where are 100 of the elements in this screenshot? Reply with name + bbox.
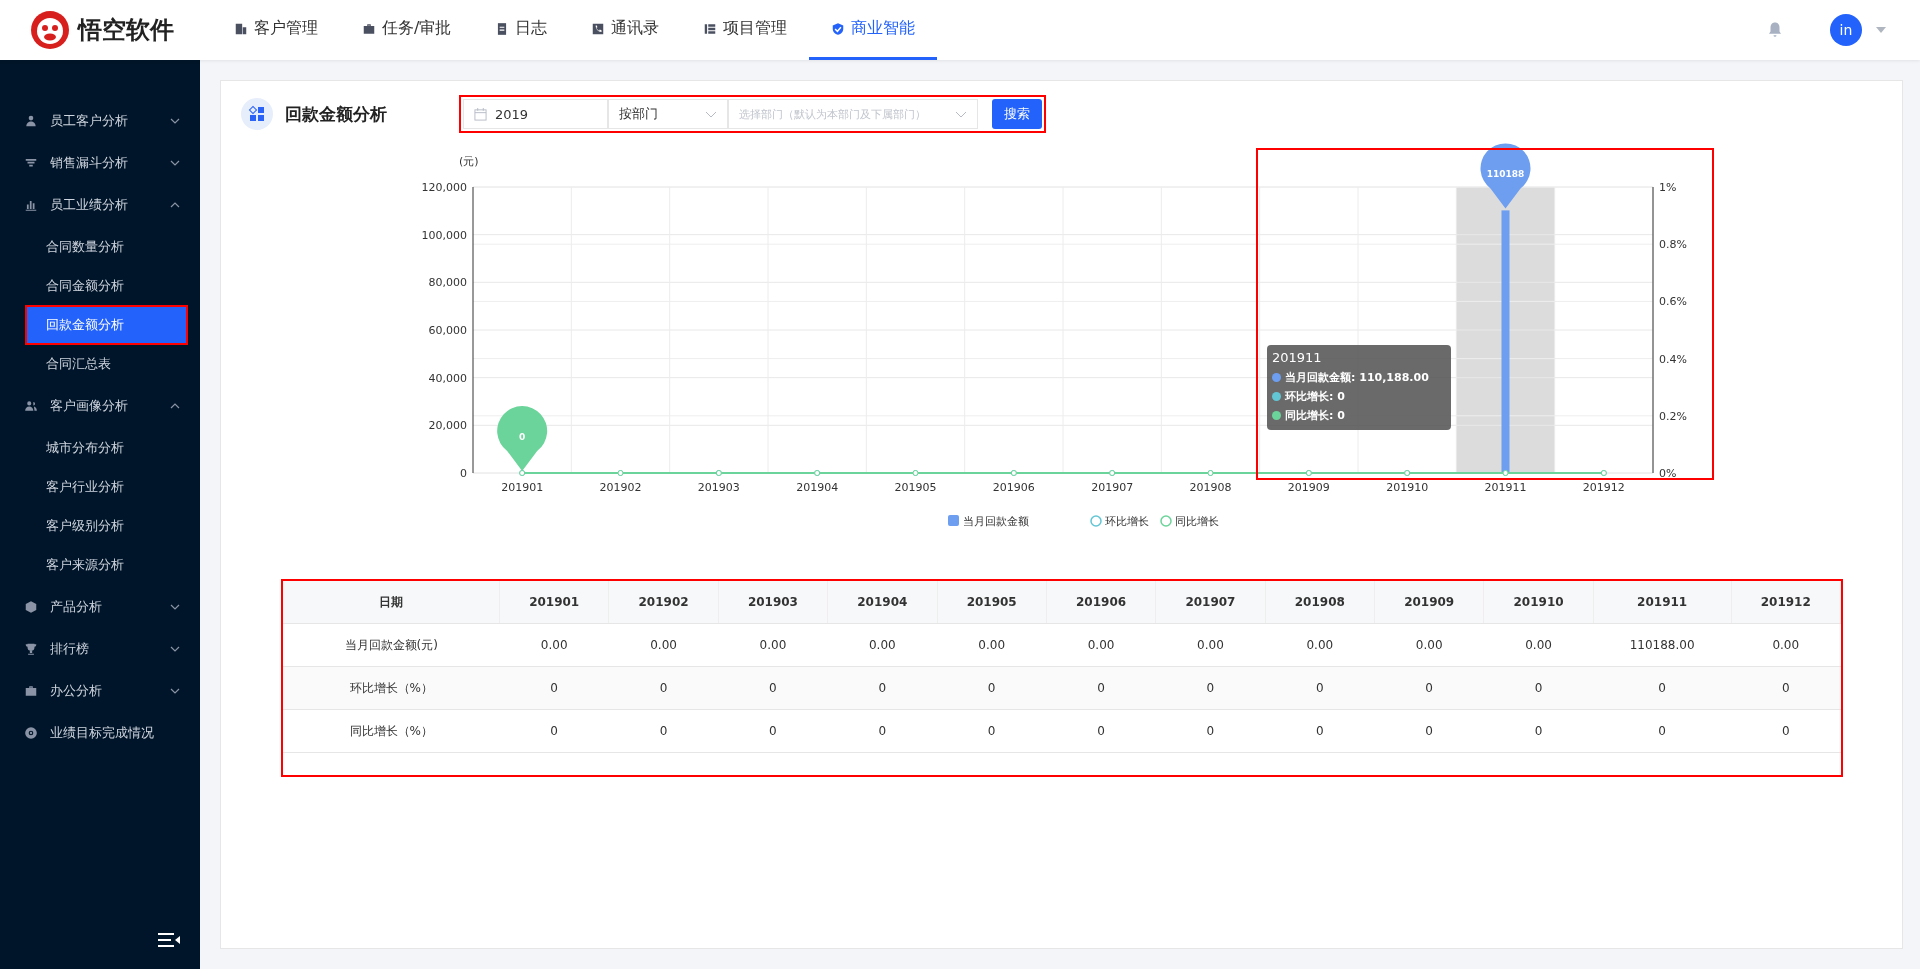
sidebar-submenu-item[interactable]: 客户来源分析: [27, 547, 186, 583]
table-cell: 0.00: [1731, 623, 1841, 667]
nav-tab[interactable]: 项目管理: [681, 0, 810, 60]
mark-pin: 0: [497, 406, 548, 471]
legend-swatch[interactable]: [948, 515, 959, 526]
column-header: 201904: [827, 581, 937, 624]
sidebar-menu-item[interactable]: 客户画像分析: [0, 385, 200, 427]
brand-name: 悟空软件: [78, 15, 174, 46]
target-icon: [24, 726, 38, 740]
sidebar-menu-item[interactable]: 员工客户分析: [0, 100, 200, 142]
briefcase-icon: [24, 684, 38, 698]
collapse-menu-icon[interactable]: [158, 933, 180, 947]
table-cell: 0: [1593, 666, 1732, 710]
phone-icon: [591, 21, 606, 36]
y-tick-label: 40,000: [428, 371, 467, 385]
x-tick-label: 201904: [796, 481, 839, 494]
table-cell: 0.00: [1374, 623, 1484, 667]
sidebar-menu-item[interactable]: 业绩目标完成情况: [0, 712, 200, 754]
x-tick-label: 201908: [1189, 481, 1232, 494]
y-tick-label: 20,000: [428, 419, 467, 433]
table-cell: 0.00: [718, 623, 828, 667]
column-header: 201908: [1265, 581, 1375, 624]
building-icon: [234, 21, 248, 36]
column-header: 201909: [1374, 581, 1484, 624]
table-cell: 0: [1374, 666, 1484, 710]
column-header: 日期: [283, 581, 500, 624]
nav-tab[interactable]: 通讯录: [569, 0, 682, 60]
search-button[interactable]: 搜索: [992, 99, 1042, 129]
table-cell: 0: [827, 666, 937, 710]
column-header: 201912: [1731, 581, 1841, 624]
sidebar-menu-item[interactable]: 产品分析: [0, 586, 200, 628]
table-cell: 0: [1265, 709, 1375, 753]
column-header: 201903: [718, 581, 828, 624]
table-cell: 0: [608, 666, 719, 710]
table-cell: 0: [1265, 666, 1375, 710]
table-cell: 0.00: [937, 623, 1047, 667]
monkey-logo-icon: [30, 10, 70, 50]
table-cell: 0.00: [1483, 623, 1594, 667]
x-tick-label: 201910: [1386, 481, 1429, 494]
sidebar-submenu-item[interactable]: 合同金额分析: [27, 268, 186, 304]
calendar-icon: [474, 107, 487, 121]
x-tick-label: 201905: [894, 481, 937, 494]
sidebar-submenu-item[interactable]: 合同汇总表: [27, 346, 186, 382]
x-tick-label: 201909: [1287, 481, 1330, 494]
bar-chart-icon: [24, 198, 38, 212]
right-tick-label: 0.8%: [1659, 238, 1687, 252]
column-header: 201911: [1593, 581, 1732, 624]
user-avatar[interactable]: in: [1830, 14, 1862, 46]
x-tick-label: 201911: [1484, 481, 1527, 494]
y-axis-unit: (元): [459, 155, 479, 168]
analysis-icon: [241, 98, 273, 130]
table-cell: 0: [1374, 709, 1484, 753]
table-cell: 0.00: [608, 623, 719, 667]
table-cell: 0: [1046, 709, 1156, 753]
briefcase-icon: [362, 21, 376, 36]
right-tick-label: 0.6%: [1659, 295, 1687, 309]
page-title: 回款金额分析: [285, 102, 387, 126]
x-tick-label: 201903: [697, 481, 740, 494]
sidebar-submenu-item[interactable]: 客户行业分析: [27, 469, 186, 505]
legend-label[interactable]: 当月回款金额: [963, 515, 1029, 528]
nav-tab[interactable]: 任务/审批: [340, 0, 474, 60]
group-by-select[interactable]: 按部门: [608, 99, 728, 129]
annotation: 0: [519, 432, 526, 442]
sidebar-submenu-item[interactable]: 回款金额分析: [27, 307, 186, 343]
sidebar-menu-item[interactable]: 排行榜: [0, 628, 200, 670]
table-cell: 0: [718, 666, 828, 710]
chevron-down-icon: [955, 110, 967, 118]
right-tick-label: 0.4%: [1659, 352, 1687, 366]
tooltip-text: 环比增长: 0: [1285, 389, 1345, 405]
tooltip-text: 当月回款金额: 110,188.00: [1285, 370, 1429, 386]
sidebar-menu-item[interactable]: 办公分析: [0, 670, 200, 712]
sidebar-submenu-item[interactable]: 城市分布分析: [27, 430, 186, 466]
column-header: 201907: [1155, 581, 1266, 624]
table-cell: 0: [1731, 666, 1841, 710]
year-picker[interactable]: 2019: [463, 99, 608, 129]
legend-label[interactable]: 同比增长: [1175, 515, 1219, 528]
nav-tab[interactable]: 商业智能: [809, 0, 938, 60]
funnel-icon: [24, 156, 38, 170]
nav-tab[interactable]: 日志: [473, 0, 570, 60]
legend-swatch[interactable]: [1160, 515, 1172, 527]
sidebar-menu-item[interactable]: 员工业绩分析: [0, 184, 200, 226]
table-cell: 0: [1483, 666, 1594, 710]
notification-bell-icon[interactable]: [1766, 21, 1784, 39]
table-cell: 0.00: [1155, 623, 1266, 667]
table-cell: 0: [1155, 666, 1266, 710]
y-tick-label: 100,000: [421, 228, 467, 242]
legend-label[interactable]: 环比增长: [1105, 515, 1149, 528]
sidebar-menu-item[interactable]: 销售漏斗分析: [0, 142, 200, 184]
sidebar-submenu-item[interactable]: 客户级别分析: [27, 508, 186, 544]
caret-icon[interactable]: [1876, 27, 1886, 33]
x-tick-label: 201912: [1582, 481, 1625, 494]
table-cell: 0: [499, 666, 609, 710]
sidebar-submenu-item[interactable]: 合同数量分析: [27, 229, 186, 265]
nav-tab[interactable]: 客户管理: [212, 0, 340, 60]
legend-swatch[interactable]: [1090, 515, 1102, 527]
table-cell: 110188.00: [1593, 623, 1732, 667]
y-tick-label: 80,000: [428, 276, 467, 290]
row-header: 当月回款金额(元): [283, 623, 500, 667]
table-cell: 0: [937, 709, 1047, 753]
tooltip-text: 同比增长: 0: [1285, 408, 1345, 424]
